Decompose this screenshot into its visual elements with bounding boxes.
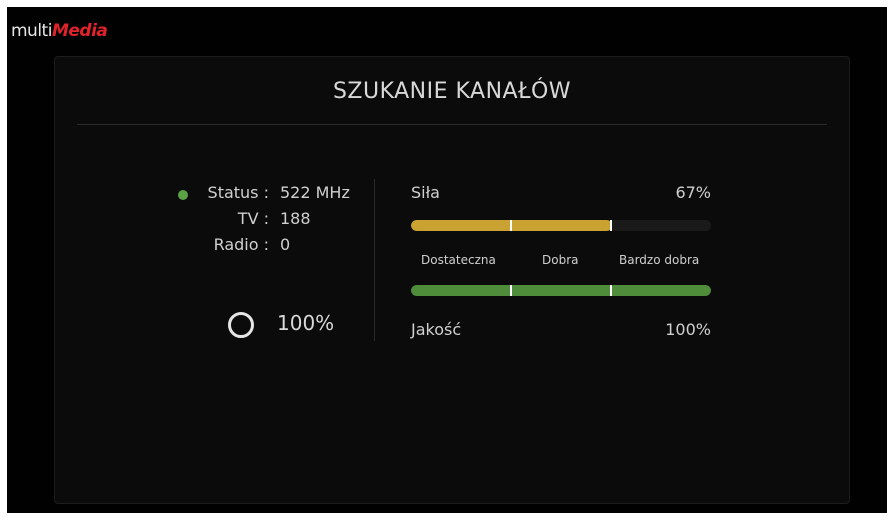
column-divider bbox=[374, 179, 375, 341]
tv-count: 188 bbox=[280, 209, 311, 228]
channel-search-panel: SZUKANIE KANAŁÓW Status : 522 MHz TV : 1… bbox=[54, 56, 850, 504]
quality-label: Jakość bbox=[411, 320, 462, 339]
loading-spinner-icon bbox=[228, 312, 254, 338]
quality-bar-fill bbox=[411, 285, 711, 296]
radio-label: Radio : bbox=[213, 235, 269, 254]
scale-label-sufficient: Dostateczna bbox=[421, 253, 496, 267]
quality-bar-tick bbox=[610, 285, 612, 296]
scale-label-very-good: Bardzo dobra bbox=[619, 253, 700, 267]
strength-value: 67% bbox=[675, 183, 711, 202]
quality-value: 100% bbox=[665, 320, 711, 339]
strength-bar-tick bbox=[510, 220, 512, 231]
strength-bar-tick bbox=[610, 220, 612, 231]
panel-title: SZUKANIE KANAŁÓW bbox=[332, 79, 572, 104]
status-value: 522 MHz bbox=[280, 183, 350, 202]
title-divider bbox=[77, 124, 827, 125]
scale-label-good: Dobra bbox=[542, 253, 579, 267]
status-label: Status : bbox=[207, 183, 269, 202]
tv-screen: multiMedia SZUKANIE KANAŁÓW Status : 522… bbox=[7, 7, 887, 513]
quality-bar-tick bbox=[510, 285, 512, 296]
tv-label: TV : bbox=[237, 209, 269, 228]
strength-label: Siła bbox=[411, 183, 440, 202]
quality-bar bbox=[411, 285, 711, 296]
radio-count: 0 bbox=[280, 235, 291, 254]
multimedia-logo: multiMedia bbox=[11, 21, 108, 41]
logo-text-media: Media bbox=[51, 21, 108, 41]
search-progress-value: 100% bbox=[277, 311, 335, 335]
logo-text-multi: multi bbox=[11, 21, 52, 41]
strength-bar bbox=[411, 220, 711, 231]
